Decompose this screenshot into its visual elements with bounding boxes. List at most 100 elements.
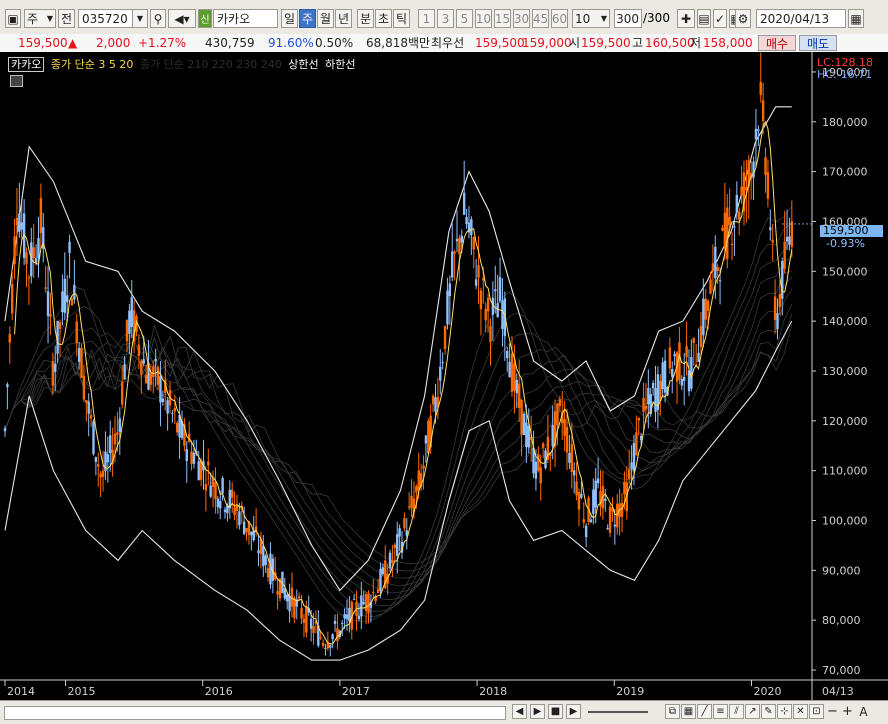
volume: 430,759 (205, 36, 255, 50)
play-icon[interactable]: ▶ (530, 704, 545, 719)
prev-button[interactable]: 전 (58, 9, 75, 28)
channel-icon[interactable]: ⫽ (729, 704, 744, 719)
crosshair-icon[interactable]: ✚ (677, 9, 695, 28)
interval-15[interactable]: 15 (494, 9, 511, 28)
timeframe-3[interactable]: 년 (335, 9, 352, 28)
interval-45[interactable]: 45 (532, 9, 549, 28)
legend-lower-band[interactable]: 하한선 (325, 58, 355, 71)
candle-body (204, 484, 208, 491)
candle-body (44, 287, 47, 289)
timeframe-5[interactable]: 초 (375, 9, 392, 28)
candle-body (572, 470, 576, 476)
candle-body (766, 172, 770, 199)
sell-button[interactable]: 매도 (799, 35, 837, 51)
candle-body (264, 555, 267, 565)
settings-icon[interactable]: ✓ (713, 9, 727, 28)
y-tick-label: 100,000 (822, 515, 868, 528)
eraser-icon[interactable]: ✕ (793, 704, 808, 719)
chart-legend: 카카오 종가 단순 3 5 20 종가 단순 210 220 230 240 상… (8, 56, 356, 72)
fit-icon[interactable]: ⊡ (809, 704, 824, 719)
candle-body (699, 325, 703, 347)
candle-body (522, 413, 526, 435)
interval-5[interactable]: 5 (456, 9, 473, 28)
turnover: 0.50% (315, 36, 354, 50)
horizontal-scrollbar[interactable] (4, 706, 506, 720)
line-tool-icon[interactable]: ╱ (697, 704, 712, 719)
timeframe-4[interactable]: 분 (357, 9, 374, 28)
trade-amount: 68,818백만 (366, 36, 431, 50)
lower-band (4, 320, 793, 661)
arrow-tool-icon[interactable]: ↗ (745, 704, 760, 719)
candle-body (443, 326, 447, 349)
candle-body (324, 647, 327, 649)
candle-body (73, 284, 76, 300)
stock-code-value: 035720 (82, 11, 128, 26)
menu-icon[interactable]: ▣ (5, 9, 21, 28)
candle-body (417, 470, 420, 490)
candle-body (357, 615, 361, 620)
interval-3[interactable]: 3 (437, 9, 454, 28)
interval-30[interactable]: 30 (513, 9, 530, 28)
candle-body (49, 313, 52, 317)
interval-60[interactable]: 60 (551, 9, 568, 28)
x-tick-label: 2018 (479, 685, 507, 698)
scroll-right-icon[interactable]: ▶ (566, 704, 581, 719)
fibonacci-icon[interactable]: ≡ (713, 704, 728, 719)
candle-body (223, 509, 227, 512)
legend-upper-band[interactable]: 상한선 (288, 58, 318, 71)
code-dropdown-icon[interactable]: ▼ (132, 9, 148, 28)
candle-body (441, 362, 444, 364)
current-price-pct: -0.93% (826, 237, 865, 250)
candle-body (367, 593, 370, 614)
legend-ma-long[interactable]: 종가 단순 210 220 230 240 (140, 58, 282, 71)
interval-10[interactable]: 10 (475, 9, 492, 28)
price-chart[interactable]: 190,000 180,000 170,000 160,000 150,000 140,0… (0, 52, 888, 700)
search-icon[interactable]: ⚲ (150, 9, 166, 28)
zoom-in-icon[interactable]: + (840, 704, 855, 719)
y-tick-label: 130,000 (822, 365, 868, 378)
zoom-slider[interactable] (588, 711, 648, 713)
candle-body (558, 399, 562, 406)
chart-canvas: 190,000180,000170,000160,000150,000140,0… (0, 52, 888, 700)
draw-tool-icon[interactable]: ✎ (761, 704, 776, 719)
candle-body (13, 236, 16, 265)
scroll-left-icon[interactable]: ◀ (512, 704, 527, 719)
date-input[interactable]: 2020/04/13 (756, 9, 846, 28)
candle-body (257, 550, 260, 554)
stock-name-field[interactable]: 카카오 (213, 9, 278, 28)
candle-body (778, 293, 782, 308)
priority-label: 최우선 (431, 36, 465, 50)
zoom-out-icon[interactable]: − (825, 704, 840, 719)
copy-icon[interactable]: ⧉ (665, 704, 680, 719)
grid-icon[interactable]: ▦ (681, 704, 696, 719)
candle-body (678, 342, 681, 380)
count-input[interactable]: 300 (614, 9, 642, 28)
legend-ma[interactable]: 종가 단순 3 5 20 (51, 58, 133, 71)
period-select-value: 주 (27, 12, 39, 26)
text-tool-icon[interactable]: A (856, 704, 871, 719)
candle-body (140, 360, 143, 375)
candle-body (209, 485, 212, 497)
speaker-icon[interactable]: ◀▾ (168, 9, 196, 28)
stop-icon[interactable]: ■ (548, 704, 563, 719)
candle-body (771, 239, 774, 243)
grid-toggle-icon[interactable] (10, 75, 23, 87)
period-select[interactable]: 주 ▼ (24, 9, 56, 28)
calendar-icon[interactable]: ▦ (848, 9, 864, 28)
candle-body (537, 454, 540, 471)
select-tool-icon[interactable]: ⊹ (777, 704, 792, 719)
timeframe-0[interactable]: 일 (281, 9, 298, 28)
interval-select[interactable]: 10 ▼ (572, 9, 610, 28)
legend-stock-name[interactable]: 카카오 (8, 57, 45, 72)
candle-body (584, 525, 588, 538)
interval-1[interactable]: 1 (418, 9, 435, 28)
timeframe-2[interactable]: 월 (317, 9, 334, 28)
chart-type-icon[interactable]: ▤ (697, 9, 711, 28)
chart-toolbar: ▣ 주 ▼ 전 035720 ▼ ⚲ ◀▾ 신 카카오 10 ▼ 300 /300 … (0, 0, 888, 35)
timeframe-6[interactable]: 틱 (393, 9, 410, 28)
timeframe-1[interactable]: 주 (299, 9, 316, 28)
gear-icon[interactable]: ⚙ (735, 9, 751, 28)
buy-button[interactable]: 매수 (758, 35, 796, 51)
y-tick-label: 140,000 (822, 315, 868, 328)
candle-body (685, 346, 688, 358)
